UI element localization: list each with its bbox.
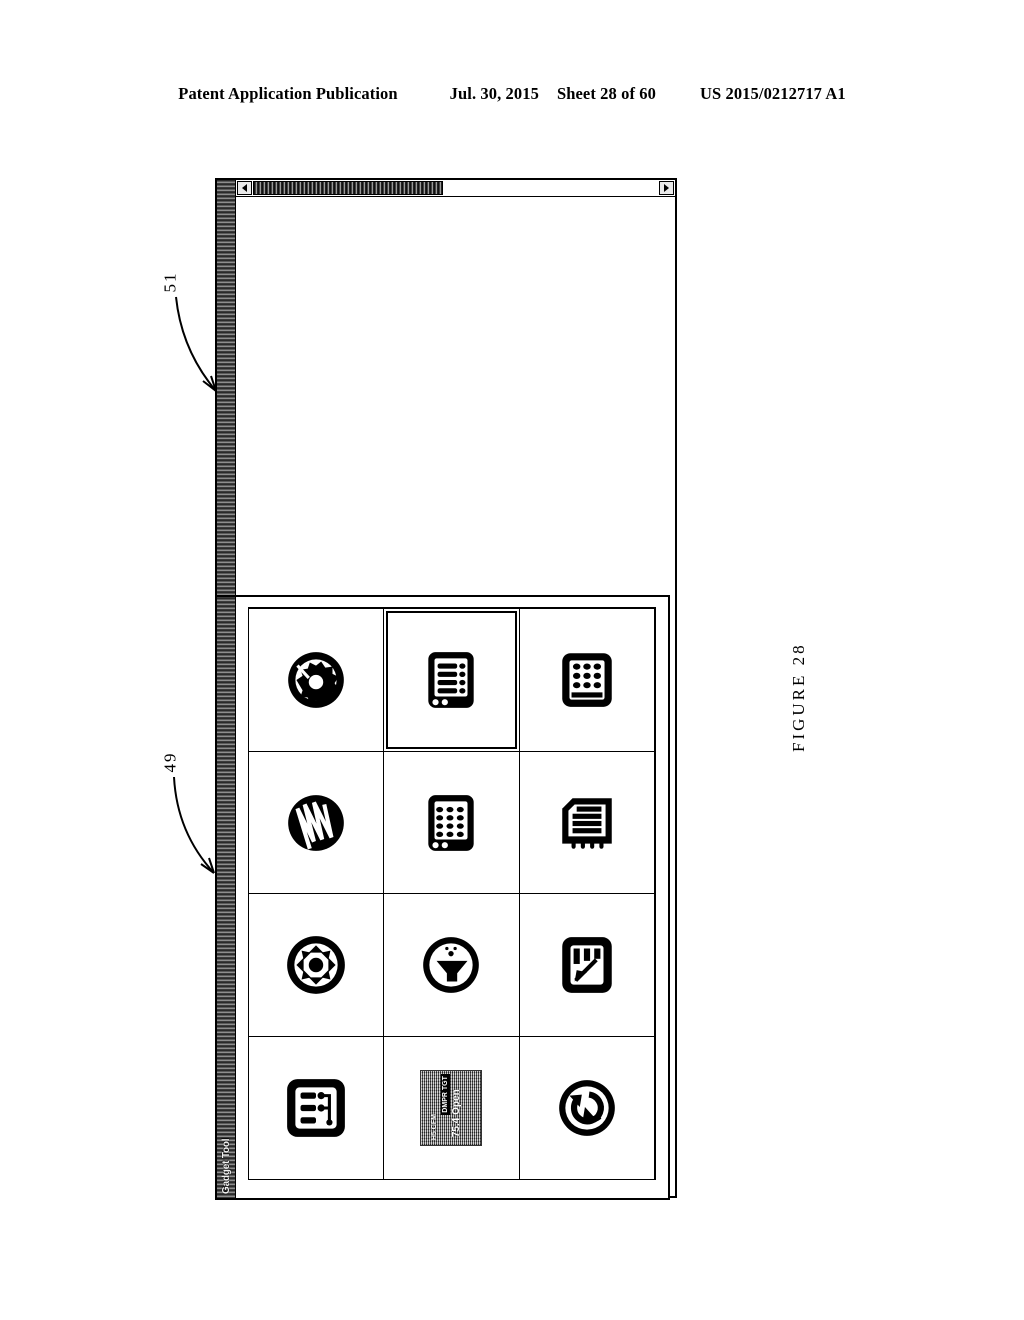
gadget-palette-cell[interactable] xyxy=(518,608,655,752)
gadget-palette-cell[interactable] xyxy=(518,1036,655,1180)
gadget-palette-window-rotation: Gadget Tool H5 CFM 75.4 Open DMPR TGT xyxy=(215,595,670,1200)
palette-window-title: Gadget Tool xyxy=(220,1138,232,1194)
control-panel-sliders-icon xyxy=(283,1075,349,1141)
gadget-palette-cell[interactable] xyxy=(383,893,520,1038)
wheel-navigator-icon xyxy=(283,932,349,998)
waveform-burst-icon xyxy=(283,790,349,856)
gadget-palette-cell[interactable] xyxy=(383,750,520,895)
scroll-up-button[interactable] xyxy=(237,181,252,195)
reference-numeral-51: 51 xyxy=(160,271,180,293)
trend-chart-icon xyxy=(554,932,620,998)
document-list-icon xyxy=(554,790,620,856)
properties-vertical-scrollbar[interactable] xyxy=(236,180,675,197)
numeric-keypad-icon xyxy=(554,647,620,713)
triangle-down-icon xyxy=(664,184,669,192)
triangle-up-icon xyxy=(242,184,247,192)
gear-settings-icon xyxy=(283,647,349,713)
palette-titlebar[interactable]: Gadget Tool xyxy=(217,597,236,1198)
thumbnail-label-top: H5 CFM xyxy=(431,1114,439,1141)
thumbnail-label-main: 75.4 Open xyxy=(451,1089,463,1138)
scroll-down-button[interactable] xyxy=(659,181,674,195)
refresh-cycle-icon xyxy=(554,1075,620,1141)
gadget-palette-cell[interactable] xyxy=(248,750,385,895)
gadget-palette-cell[interactable] xyxy=(518,750,655,895)
reference-numeral-49: 49 xyxy=(160,751,180,773)
speaker-volume-icon xyxy=(418,932,484,998)
gadget-palette-cell[interactable] xyxy=(383,608,520,752)
gadget-palette-cell[interactable]: H5 CFM 75.4 Open DMPR TGT xyxy=(383,1036,520,1180)
thumbnail-label-badge: DMPR TGT xyxy=(441,1074,451,1115)
gadget-palette-cell[interactable] xyxy=(248,893,385,1038)
gadget-palette-cell[interactable] xyxy=(518,893,655,1038)
scrollbar-thumb[interactable] xyxy=(253,181,444,195)
gadget-palette-cell[interactable] xyxy=(248,1036,385,1180)
palette-client-area: H5 CFM 75.4 Open DMPR TGT xyxy=(236,597,668,1198)
figure-caption: FIGURE 28 xyxy=(789,642,808,752)
bargraph-panel-icon xyxy=(418,647,484,713)
gadget-icon-grid[interactable]: H5 CFM 75.4 Open DMPR TGT xyxy=(248,607,656,1180)
gadget-palette-cell[interactable] xyxy=(248,608,385,752)
gadget-palette-window: Gadget Tool H5 CFM 75.4 Open DMPR TGT xyxy=(215,595,670,1200)
gauge-thumbnail-icon: H5 CFM 75.4 Open DMPR TGT xyxy=(420,1070,483,1147)
keypad-grid-icon xyxy=(418,790,484,856)
scrollbar-track[interactable] xyxy=(253,181,658,195)
figure-drawing: FIGURE 28 51 49 Gadget Properties Point … xyxy=(0,0,1024,1320)
